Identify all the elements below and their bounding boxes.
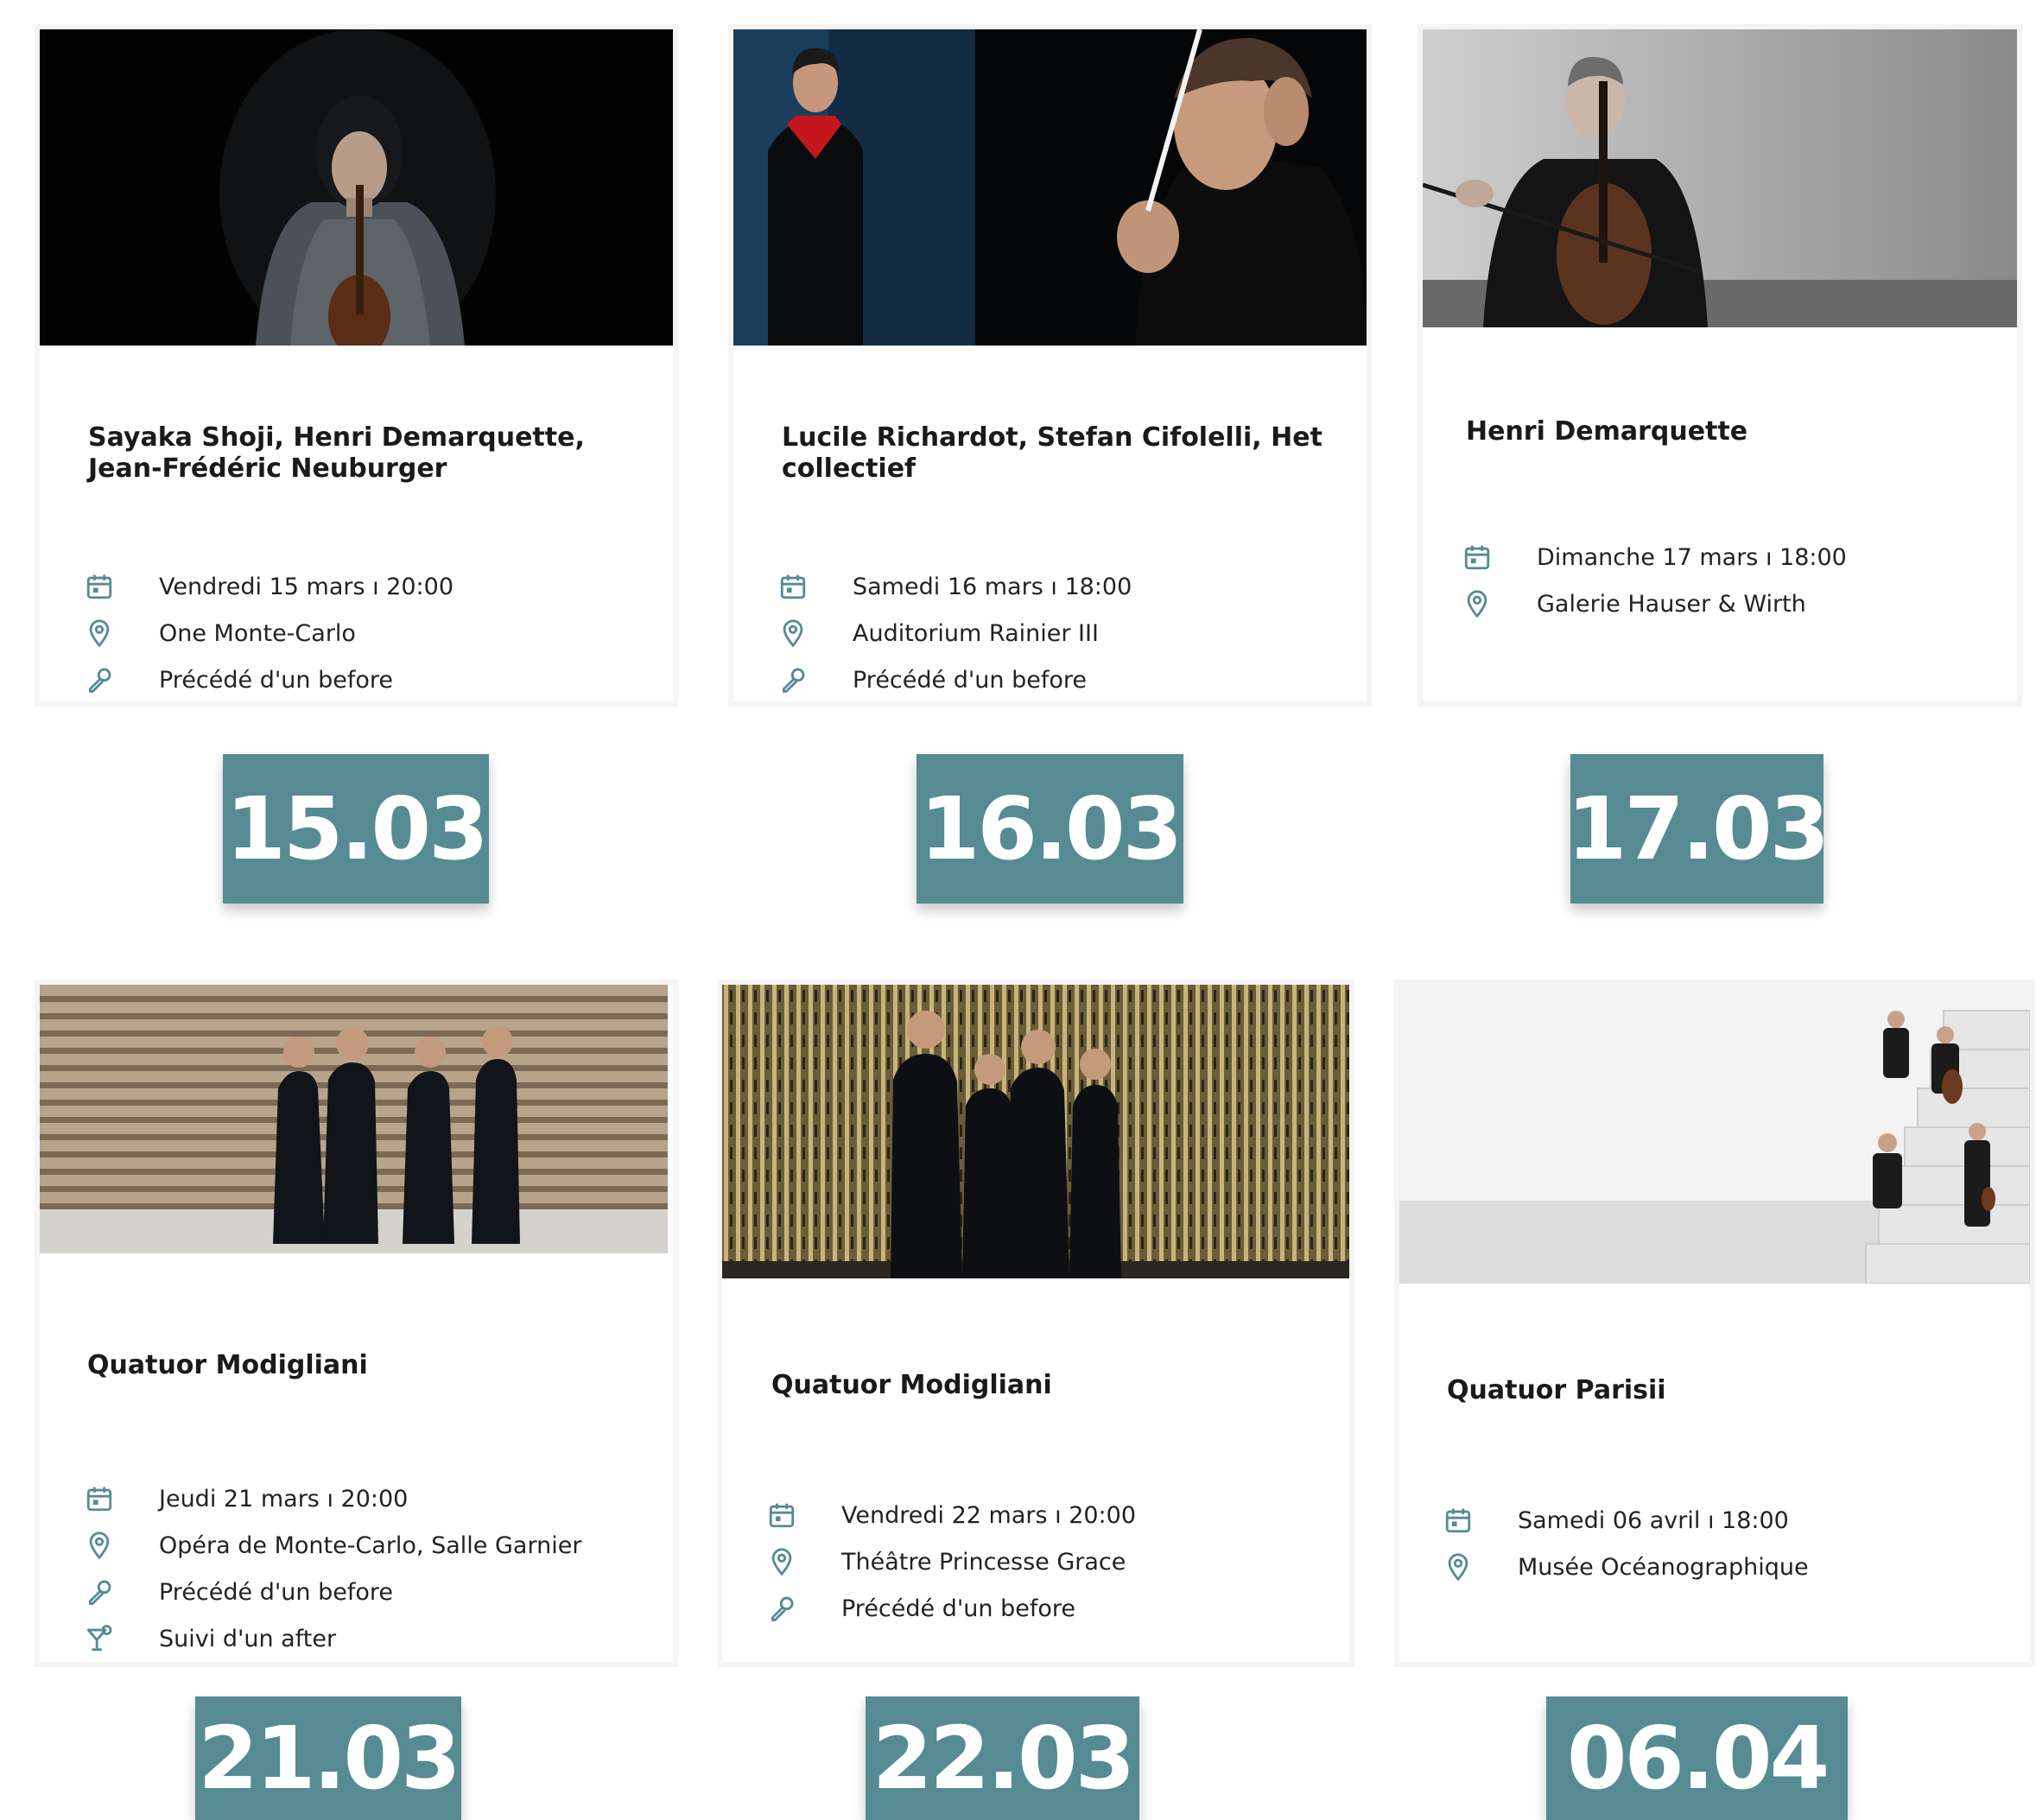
calendar-icon [1443,1506,1518,1535]
event-venue: Galerie Hauser & Wirth [1462,580,1847,627]
event-venue: Théâtre Princesse Grace [767,1538,1136,1585]
event-card[interactable]: Henri Demarquette Dimanche 17 mars ı 18:… [1423,29,2017,701]
event-date-text: Jeudi 21 mars ı 20:00 [159,1485,409,1512]
event-title[interactable]: Lucile Richardot, Stefan Cifolelli, Het … [782,422,1335,485]
event-venue-text: One Monte-Carlo [159,619,356,647]
event-venue-text: Galerie Hauser & Wirth [1537,590,1806,618]
event-card[interactable]: Sayaka Shoji, Henri Demarquette, Jean-Fr… [40,29,673,701]
event-photo [1399,985,2030,1284]
microphone-icon [767,1594,841,1623]
date-badge: 22.03 [866,1696,1139,1820]
microphone-icon [85,665,159,694]
event-venue: Auditorium Rainier III [778,610,1132,656]
cocktail-icon [85,1624,159,1653]
event-date-text: Samedi 06 avril ı 18:00 [1518,1506,1789,1534]
event-venue: Opéra de Monte-Carlo, Salle Garnier [85,1522,581,1569]
event-venue: One Monte-Carlo [85,610,454,656]
calendar-icon [778,572,853,601]
calendar-icon [767,1500,841,1530]
event-card[interactable]: Quatuor Modigliani Vendredi 22 mars ı 20… [722,985,1349,1662]
event-venue-text: Théâtre Princesse Grace [841,1548,1126,1576]
microphone-icon [85,1577,159,1607]
location-pin-icon [767,1547,841,1576]
event-date: Samedi 06 avril ı 18:00 [1443,1497,1809,1544]
event-extra: Précédé d'un before [778,656,1132,703]
event-date: Vendredi 15 mars ı 20:00 [85,563,454,610]
event-date-text: Vendredi 22 mars ı 20:00 [841,1501,1137,1529]
date-badge: 21.03 [195,1696,461,1820]
event-date: Dimanche 17 mars ı 18:00 [1462,534,1847,580]
event-venue-text: Opéra de Monte-Carlo, Salle Garnier [159,1531,582,1559]
calendar-icon [85,572,159,601]
event-photo [722,985,1349,1278]
event-card[interactable]: Quatuor Parisii Samedi 06 avril ı 18:00 … [1399,985,2030,1662]
event-photo [1423,29,2017,327]
event-title[interactable]: Quatuor Modigliani [87,1350,623,1381]
date-badge: 15.03 [223,754,489,904]
event-date-text: Samedi 16 mars ı 18:00 [853,573,1132,600]
event-extra: Précédé d'un before [85,656,454,703]
event-date: Samedi 16 mars ı 18:00 [778,563,1132,610]
event-extra-text: Précédé d'un before [159,666,393,694]
event-extra-text: Précédé d'un before [853,666,1087,694]
event-photo [40,985,668,1253]
event-extra-text: Suivi d'un after [159,1625,337,1652]
event-card[interactable]: Quatuor Modigliani Jeudi 21 mars ı 20:00… [40,985,673,1662]
microphone-icon [778,665,853,694]
location-pin-icon [778,618,853,648]
calendar-icon [85,1484,159,1513]
event-extra-text: Précédé d'un before [159,1578,393,1606]
event-date-text: Dimanche 17 mars ı 18:00 [1537,543,1847,571]
event-date: Jeudi 21 mars ı 20:00 [85,1475,581,1522]
calendar-icon [1462,542,1537,572]
event-extra: Précédé d'un before [767,1585,1136,1632]
event-venue-text: Musée Océanographique [1518,1553,1809,1581]
event-date: Vendredi 22 mars ı 20:00 [767,1492,1136,1538]
location-pin-icon [1462,589,1537,618]
event-photo [733,29,1367,346]
event-venue: Musée Océanographique [1443,1544,1809,1590]
event-date-text: Vendredi 15 mars ı 20:00 [159,573,454,600]
location-pin-icon [85,1531,159,1560]
event-photo [40,29,673,346]
location-pin-icon [85,618,159,648]
date-badge: 17.03 [1567,754,1830,904]
event-title[interactable]: Quatuor Parisii [1447,1375,1965,1406]
event-extra: Précédé d'un before [85,1569,581,1615]
event-title[interactable]: Henri Demarquette [1466,416,1984,447]
event-card[interactable]: Lucile Richardot, Stefan Cifolelli, Het … [733,29,1367,701]
event-title[interactable]: Sayaka Shoji, Henri Demarquette, Jean-Fr… [88,422,624,485]
date-badge: 16.03 [917,754,1183,904]
event-extra: Suivi d'un after [85,1615,581,1662]
date-badge: 06.04 [1546,1696,1848,1820]
event-title[interactable]: Quatuor Modigliani [771,1370,1307,1401]
event-venue-text: Auditorium Rainier III [853,619,1099,647]
event-extra-text: Précédé d'un before [841,1595,1075,1622]
location-pin-icon [1443,1552,1518,1582]
